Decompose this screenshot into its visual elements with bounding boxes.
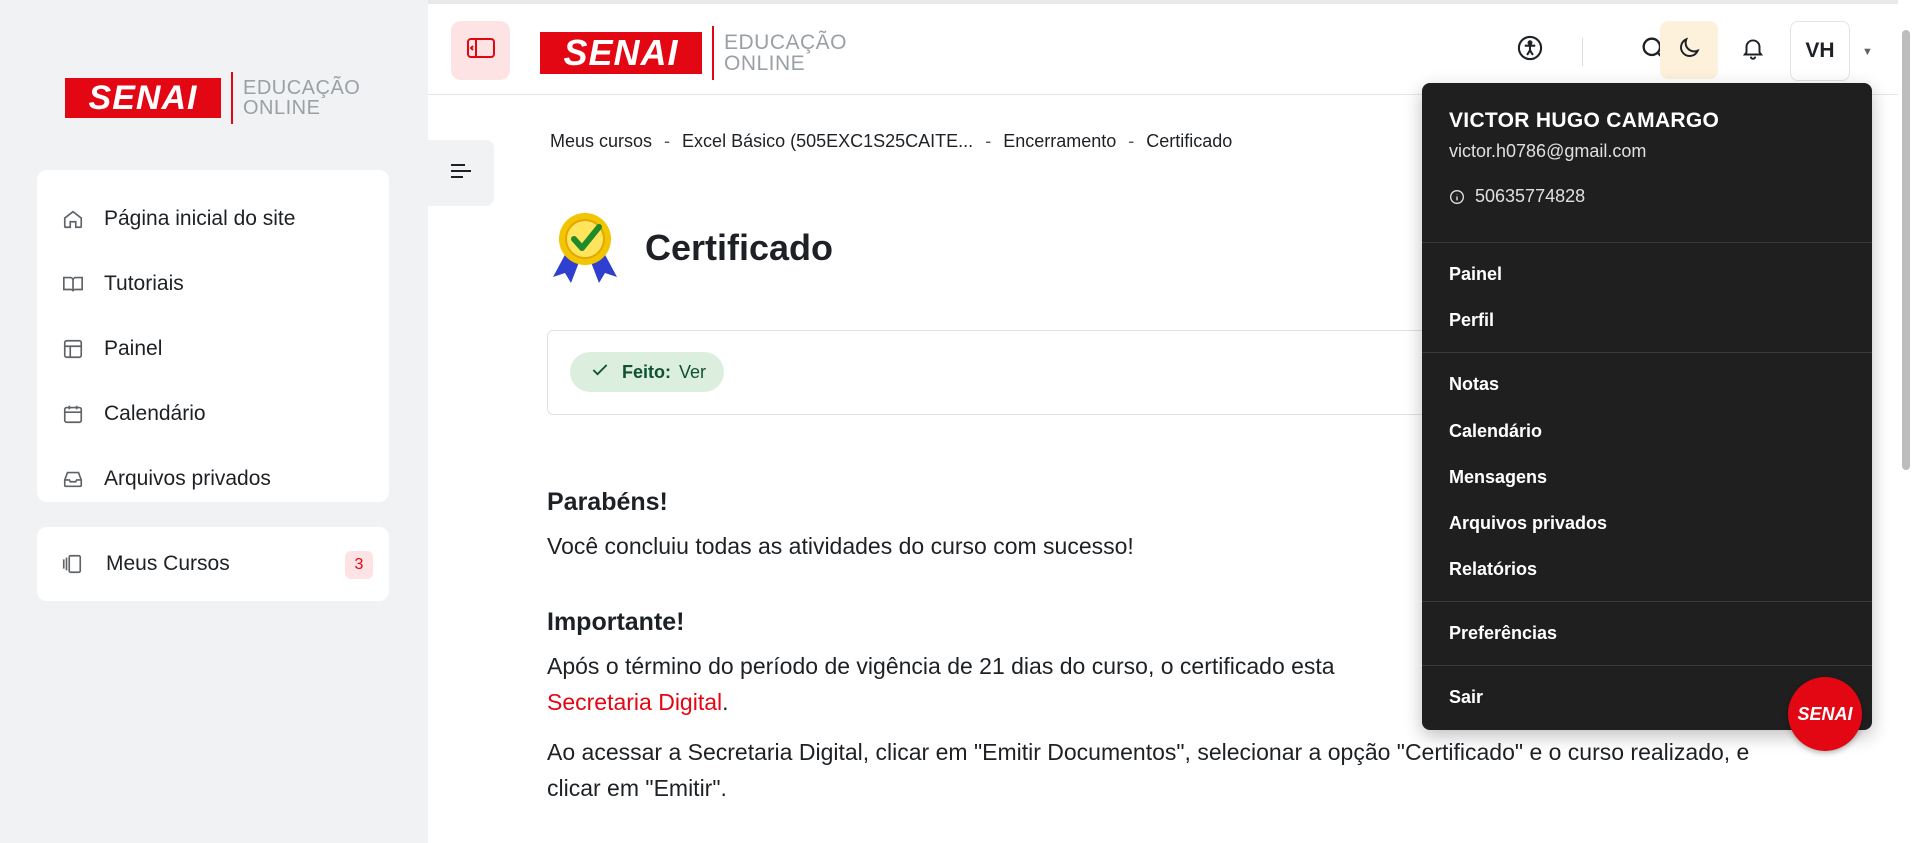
logo-subtitle: EDUCAÇÃO ONLINE (243, 78, 360, 118)
secretaria-digital-link[interactable]: Secretaria Digital (547, 689, 722, 715)
sidebar-item-tutoriais[interactable]: Tutoriais (37, 251, 389, 316)
sidebar-logo[interactable]: SENAI EDUCAÇÃO ONLINE (65, 72, 360, 124)
chevron-down-icon[interactable]: ▼ (1862, 46, 1873, 58)
dark-mode-button[interactable] (1660, 21, 1718, 79)
breadcrumb-separator: - (1128, 131, 1135, 151)
user-id-row: 50635774828 (1449, 186, 1585, 207)
sidebar-item-arquivos-privados[interactable]: Arquivos privados (37, 446, 389, 511)
instructions-text: Ao acessar a Secretaria Digital, clicar … (547, 739, 1750, 801)
accessibility-button[interactable] (1501, 21, 1559, 79)
sidebar-item-label: Página inicial do site (104, 206, 296, 230)
page-scrollbar[interactable] (1902, 30, 1910, 470)
menu-item-painel[interactable]: Painel (1449, 264, 1502, 285)
sidebar-item-label: Meus Cursos (106, 552, 230, 575)
sidebar-toggle-button[interactable] (451, 21, 510, 80)
menu-divider (1422, 601, 1872, 602)
sidebar-item-label: Calendário (104, 401, 206, 425)
info-icon (1449, 189, 1465, 205)
page-header: Certificado (545, 205, 833, 290)
menu-item-perfil[interactable]: Perfil (1449, 310, 1494, 331)
accessibility-icon (1516, 34, 1544, 67)
senai-chat-button[interactable]: SENAI (1788, 677, 1862, 751)
menu-item-calendario[interactable]: Calendário (1449, 421, 1542, 442)
breadcrumb-separator: - (664, 131, 671, 151)
user-full-name: VICTOR HUGO CAMARGO (1449, 109, 1720, 132)
calendar-icon (61, 402, 85, 426)
left-sidebar: SENAI EDUCAÇÃO ONLINE Página inicial do … (0, 0, 428, 843)
moon-icon (1676, 35, 1702, 66)
check-icon (590, 360, 610, 385)
logo-divider (712, 26, 714, 80)
bell-icon (1740, 35, 1766, 66)
top-navbar: SENAI EDUCAÇÃO ONLINE VH ▼ (428, 0, 1898, 95)
breadcrumb-item-section[interactable]: Encerramento (1003, 131, 1116, 152)
menu-item-sair[interactable]: Sair (1449, 687, 1483, 708)
toolbar-divider (1582, 38, 1583, 66)
certificate-award-icon (545, 205, 625, 290)
user-menu-dropdown: VICTOR HUGO CAMARGO victor.h0786@gmail.c… (1422, 83, 1872, 730)
user-avatar-button[interactable]: VH (1790, 21, 1850, 81)
inbox-icon (61, 467, 85, 491)
sidebar-toggle-icon (466, 36, 496, 65)
menu-divider (1422, 242, 1872, 243)
breadcrumb-item-current[interactable]: Certificado (1146, 131, 1232, 152)
courses-icon (61, 552, 85, 576)
sidebar-item-home[interactable]: Página inicial do site (37, 186, 389, 251)
completion-label: Feito: (622, 361, 671, 382)
logo-subtitle: EDUCAÇÃO ONLINE (724, 32, 847, 74)
courses-count-badge: 3 (345, 551, 373, 579)
logo-subtitle-line2: ONLINE (724, 52, 806, 75)
notifications-button[interactable] (1724, 21, 1782, 79)
breadcrumb-item-course[interactable]: Excel Básico (505EXC1S25CAITE... (682, 131, 973, 152)
menu-item-relatorios[interactable]: Relatórios (1449, 559, 1537, 580)
logo-divider (231, 72, 233, 124)
menu-lines-icon (448, 160, 474, 187)
page-title: Certificado (645, 226, 834, 268)
dashboard-icon (61, 337, 85, 361)
logo-subtitle-line1: EDUCAÇÃO (243, 77, 361, 99)
menu-divider (1422, 665, 1872, 666)
menu-item-preferencias[interactable]: Preferências (1449, 623, 1557, 644)
completion-info-card: Feito: Ver (547, 330, 1507, 415)
user-id: 50635774828 (1475, 186, 1586, 206)
breadcrumb: Meus cursos - Excel Básico (505EXC1S25CA… (550, 131, 1232, 152)
user-email: victor.h0786@gmail.com (1449, 141, 1647, 161)
important-text-body: Após o término do período de vigência de… (547, 653, 1335, 679)
menu-item-mensagens[interactable]: Mensagens (1449, 467, 1547, 488)
logo-subtitle-line1: EDUCAÇÃO (724, 31, 848, 54)
home-icon (61, 207, 85, 231)
senai-logo-mark: SENAI (65, 78, 221, 118)
senai-logo-mark: SENAI (540, 32, 702, 74)
sidebar-item-calendario[interactable]: Calendário (37, 381, 389, 446)
menu-item-arquivos-privados[interactable]: Arquivos privados (1449, 513, 1607, 534)
sidebar-item-label: Arquivos privados (104, 466, 271, 490)
sidebar-item-meus-cursos[interactable]: Meus Cursos 3 (37, 527, 389, 601)
completion-status-badge[interactable]: Feito: Ver (570, 352, 725, 392)
sidebar-item-label: Painel (104, 336, 163, 360)
menu-divider (1422, 352, 1872, 353)
sidebar-nav: Página inicial do site Tutoriais Painel … (37, 170, 389, 502)
header-logo[interactable]: SENAI EDUCAÇÃO ONLINE (540, 26, 847, 80)
menu-item-notas[interactable]: Notas (1449, 374, 1499, 395)
logo-subtitle-line2: ONLINE (243, 97, 321, 119)
course-index-toggle[interactable] (428, 140, 494, 206)
important-text-end: . (722, 689, 729, 715)
book-icon (61, 272, 85, 296)
completion-value: Ver (679, 361, 707, 382)
breadcrumb-separator: - (985, 131, 992, 151)
breadcrumb-item-meus-cursos[interactable]: Meus cursos (550, 131, 652, 152)
sidebar-item-painel[interactable]: Painel (37, 316, 389, 381)
sidebar-item-label: Tutoriais (104, 271, 184, 295)
